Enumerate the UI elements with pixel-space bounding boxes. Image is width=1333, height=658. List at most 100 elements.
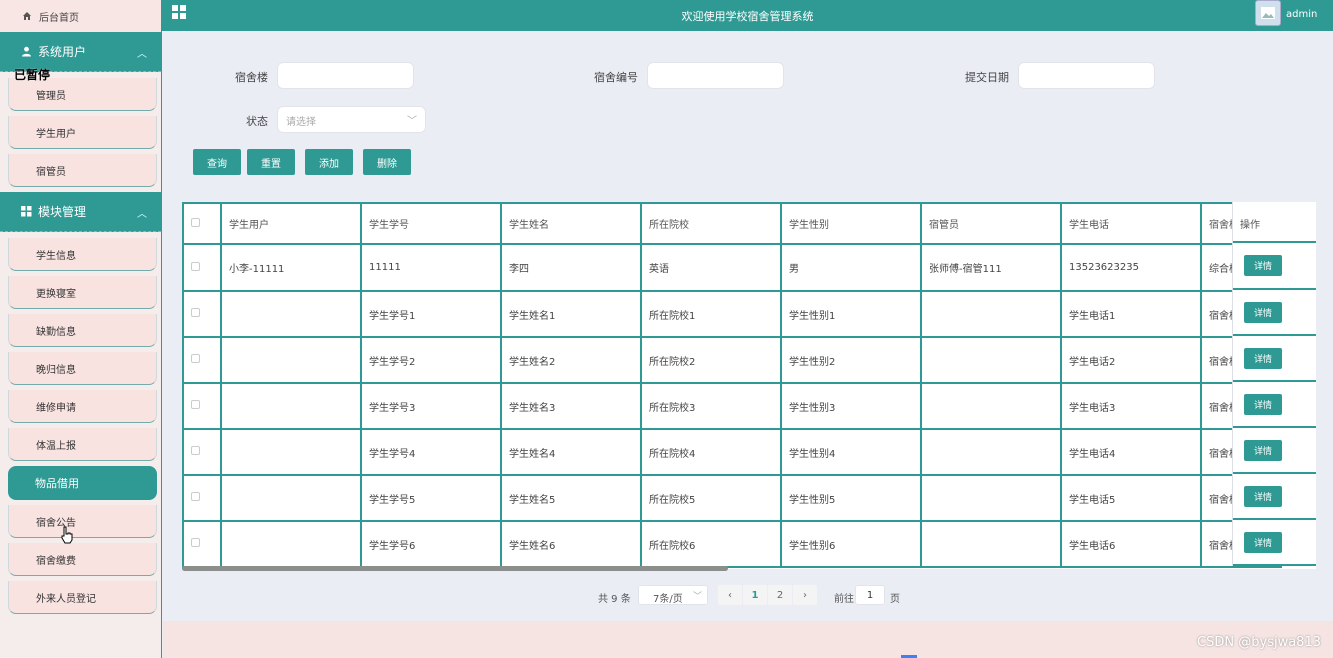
sidebar-item-dorm-manager[interactable]: 宿管员 (8, 154, 157, 187)
sidebar: 后台首页 系统用户 ︿ 已暂停 管理员 学生用户 宿管员 模块管理 ︿ 学生信息… (0, 0, 162, 658)
detail-button[interactable]: 详情 (1244, 439, 1282, 461)
sidebar-item-student-info[interactable]: 学生信息 (8, 238, 157, 271)
column-header[interactable]: 宿管员 (920, 202, 1062, 245)
sidebar-item-room-change[interactable]: 更换寝室 (8, 276, 157, 309)
row-checkbox-cell[interactable] (182, 428, 222, 476)
table-cell: 学生姓名5 (500, 474, 642, 522)
chevron-down-icon: ﹀ (692, 592, 702, 602)
table-cell: 张师傅-宿管111 (920, 243, 1062, 292)
operation-header: 操作 (1233, 202, 1316, 243)
row-checkbox[interactable] (191, 538, 200, 547)
column-header[interactable]: 学生姓名 (500, 202, 642, 245)
sidebar-item-late-return[interactable]: 晚归信息 (8, 352, 157, 385)
main-content: 宿舍楼 宿舍编号 提交日期 状态 请选择 ﹀ 查询 重置 添加 删除 学生用户 … (163, 31, 1333, 621)
pagination: 共 9 条 7条/页 ﹀ ‹ 1 2 › 前往 1 页 (163, 585, 1333, 605)
building-input[interactable] (277, 62, 414, 89)
sidebar-item-label: 更换寝室 (36, 288, 76, 300)
table-cell (920, 290, 1062, 338)
hand-cursor-icon (61, 526, 73, 544)
avatar[interactable] (1255, 0, 1281, 26)
sidebar-item-repair[interactable]: 维修申请 (8, 390, 157, 423)
detail-button[interactable]: 详情 (1244, 255, 1282, 276)
paused-overlay: 已暂停 (14, 68, 51, 82)
delete-button[interactable]: 删除 (363, 149, 411, 175)
table-cell: 学生姓名6 (500, 520, 642, 568)
table-cell (220, 474, 362, 522)
row-checkbox[interactable] (191, 400, 200, 409)
table-cell: 学生姓名4 (500, 428, 642, 476)
row-checkbox-cell[interactable] (182, 474, 222, 522)
sidebar-item-home[interactable]: 后台首页 (0, 0, 161, 32)
add-button[interactable]: 添加 (305, 149, 353, 175)
table-header-row: 学生用户 学生学号 学生姓名 所在院校 学生性别 宿管员 学生电话 宿舍楼 (182, 202, 1282, 245)
sidebar-item-notice[interactable]: 宿舍公告 (8, 505, 157, 538)
row-checkbox-cell[interactable] (182, 243, 222, 292)
table-cell: 所在院校2 (640, 336, 782, 384)
prev-page-button[interactable]: ‹ (718, 585, 742, 605)
row-checkbox-cell[interactable] (182, 382, 222, 430)
table-cell (920, 382, 1062, 430)
detail-button[interactable]: 详情 (1244, 485, 1282, 507)
chevron-left-icon: ‹ (728, 589, 732, 601)
table-cell: 学生性别2 (780, 336, 922, 384)
table-cell (220, 428, 362, 476)
page-button-1[interactable]: 1 (743, 585, 767, 605)
operation-cell: 详情 (1233, 290, 1316, 336)
sidebar-item-student-users[interactable]: 学生用户 (8, 116, 157, 149)
username[interactable]: admin (1286, 9, 1317, 20)
row-checkbox[interactable] (191, 308, 200, 317)
date-label: 提交日期 (965, 71, 1009, 84)
table-cell: 小李-11111 (220, 243, 362, 292)
row-checkbox[interactable] (191, 446, 200, 455)
room-input[interactable] (647, 62, 784, 89)
user-icon (22, 46, 31, 57)
date-input[interactable] (1018, 62, 1155, 89)
row-checkbox-cell[interactable] (182, 336, 222, 384)
table-cell: 学生性别6 (780, 520, 922, 568)
column-header[interactable]: 所在院校 (640, 202, 782, 245)
row-checkbox[interactable] (191, 492, 200, 501)
horizontal-scrollbar[interactable] (182, 566, 728, 571)
table-row: 小李-11111 11111 李四 英语 男 张师傅-宿管111 1352362… (182, 243, 1282, 292)
sidebar-item-fee[interactable]: 宿舍缴费 (8, 543, 157, 576)
reset-button[interactable]: 重置 (247, 149, 295, 175)
page-size-select[interactable]: 7条/页 ﹀ (638, 585, 708, 605)
row-checkbox[interactable] (191, 261, 200, 271)
query-button[interactable]: 查询 (193, 149, 241, 175)
sidebar-item-visitor[interactable]: 外来人员登记 (8, 581, 157, 614)
table-row: 学生学号4 学生姓名4 所在院校4 学生性别4 学生电话4 宿舍楼4 (182, 428, 1282, 476)
header-checkbox-cell[interactable] (182, 202, 222, 245)
row-checkbox-cell[interactable] (182, 520, 222, 568)
sidebar-item-temperature[interactable]: 体温上报 (8, 428, 157, 461)
building-label: 宿舍楼 (235, 71, 268, 84)
goto-page-input[interactable]: 1 (855, 585, 885, 605)
row-checkbox-cell[interactable] (182, 290, 222, 338)
table-row: 学生学号3 学生姓名3 所在院校3 学生性别3 学生电话3 宿舍楼3 (182, 382, 1282, 430)
next-page-button[interactable]: › (793, 585, 817, 605)
detail-button[interactable]: 详情 (1244, 393, 1282, 415)
operation-cell: 详情 (1233, 428, 1316, 474)
row-checkbox[interactable] (191, 354, 200, 363)
column-header[interactable]: 学生性别 (780, 202, 922, 245)
chevron-down-icon: ﹀ (407, 116, 417, 127)
column-header[interactable]: 学生电话 (1060, 202, 1202, 245)
detail-button[interactable]: 详情 (1244, 301, 1282, 323)
sidebar-group-modules[interactable]: 模块管理 ︿ (0, 192, 161, 232)
sidebar-item-absence[interactable]: 缺勤信息 (8, 314, 157, 347)
detail-button[interactable]: 详情 (1244, 347, 1282, 369)
operation-cell: 详情 (1233, 336, 1316, 382)
column-header[interactable]: 学生学号 (360, 202, 502, 245)
page-button-2[interactable]: 2 (768, 585, 792, 605)
room-label: 宿舍编号 (594, 71, 638, 84)
sidebar-item-borrow[interactable]: 物品借用 (8, 466, 157, 500)
detail-button[interactable]: 详情 (1244, 531, 1282, 553)
sidebar-item-label: 晚归信息 (36, 364, 76, 376)
sidebar-item-label: 学生用户 (36, 128, 76, 140)
column-header[interactable]: 学生用户 (220, 202, 362, 245)
operation-cell: 详情 (1233, 474, 1316, 520)
table-cell: 学生姓名3 (500, 382, 642, 430)
status-select[interactable]: 请选择 ﹀ (277, 106, 426, 133)
chevron-right-icon: › (803, 589, 807, 601)
select-all-checkbox[interactable] (191, 217, 200, 227)
table-cell: 学生学号3 (360, 382, 502, 430)
